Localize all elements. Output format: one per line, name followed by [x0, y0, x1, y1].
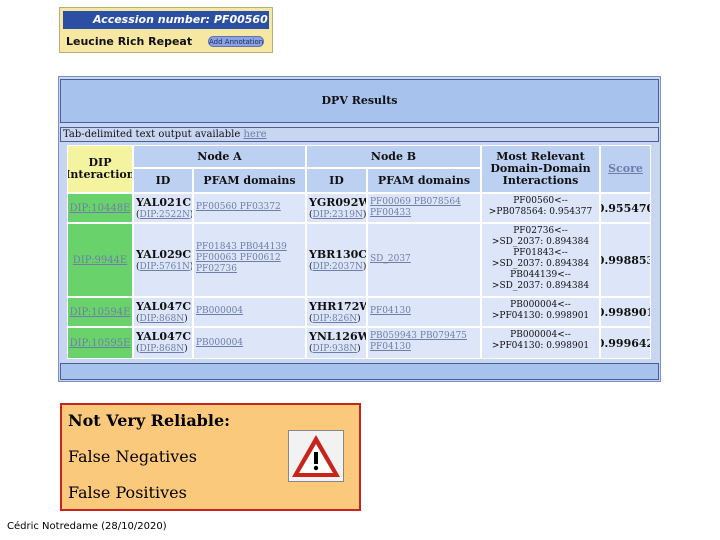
gene-name: YAL047C	[136, 300, 192, 313]
score-header[interactable]: Score	[600, 145, 651, 193]
relevant-line: PB000004<--	[510, 300, 571, 310]
node-b-pfam-header: PFAM domains	[367, 168, 481, 193]
note-text: Tab-delimited text output available	[63, 129, 244, 140]
dip-node-link[interactable]: DIP:938N	[313, 344, 358, 354]
table-row: DIP:9944E	[67, 223, 133, 297]
accession-number: Accession number: PF00560	[63, 11, 269, 29]
pfam-links[interactable]: PB000004	[196, 338, 243, 348]
relevant-line: PB044139<--	[510, 270, 571, 280]
author-credit: Cédric Notredame (28/10/2020)	[7, 521, 167, 532]
dip-link[interactable]: DIP:10595E	[70, 338, 131, 349]
gene-name: YNL126W	[309, 330, 367, 343]
table-row: DIP:10595E	[67, 327, 133, 359]
dip-node-link[interactable]: DIP:2037N	[313, 262, 363, 272]
pfam-links[interactable]: PF01843 PB044139 PF00063 PF00612 PF02736	[196, 242, 287, 274]
node-b-header: Node B	[306, 145, 481, 168]
relevant-line: PF00560<--	[513, 196, 568, 206]
score-value: 0.998853	[600, 223, 651, 297]
node-b-id-cell: YGR092W (DIP:2319N)	[306, 193, 367, 223]
relevant-interactions-header: Most Relevant Domain-Domain Interactions	[481, 145, 600, 193]
node-a-id-header: ID	[133, 168, 193, 193]
relevant-line: >PF04130: 0.998901	[491, 341, 590, 351]
pfam-links[interactable]: PF04130	[370, 306, 411, 316]
relevant-line: >PB078564: 0.954377	[488, 207, 593, 217]
here-link[interactable]: here	[243, 129, 266, 140]
relevant-line: >SD_2037: 0.894384	[491, 281, 590, 291]
score-sort-link[interactable]: Score	[608, 163, 643, 175]
score-value: 0.955470	[600, 193, 651, 223]
node-b-id-cell: YBR130C (DIP:2037N)	[306, 223, 367, 297]
gene-name: YHR172W	[309, 300, 367, 313]
node-a-header: Node A	[133, 145, 306, 168]
dip-node-link[interactable]: DIP:2522N	[140, 210, 190, 220]
relevant-cell: PF02736<-- >SD_2037: 0.894384 PF01843<--…	[481, 223, 600, 297]
family-name: Leucine Rich Repeat	[66, 35, 193, 48]
node-a-id-cell: YAL029C(DIP:5761N)	[133, 223, 193, 297]
node-a-id-cell: YAL021C(DIP:2522N)	[133, 193, 193, 223]
node-b-pfam-cell: PB059943 PB079475 PF04130	[367, 327, 481, 359]
node-a-pfam-cell: PF01843 PB044139 PF00063 PF00612 PF02736	[193, 223, 306, 297]
node-b-id-header: ID	[306, 168, 367, 193]
pfam-links[interactable]: PB059943 PB079475 PF04130	[370, 331, 467, 352]
relevant-line: >PF04130: 0.998901	[491, 311, 590, 321]
score-value: 0.998901	[600, 297, 651, 327]
warning-triangle-icon	[288, 430, 344, 482]
accession-panel: Accession number: PF00560 Leucine Rich R…	[59, 7, 273, 53]
pfam-links[interactable]: PF00069 PB078564 PF00433	[370, 197, 461, 218]
node-a-pfam-cell: PB000004	[193, 327, 306, 359]
node-a-pfam-cell: PF00560 PF03372	[193, 193, 306, 223]
dip-link[interactable]: DIP:10594E	[70, 307, 131, 318]
relevant-line: >SD_2037: 0.894384	[491, 259, 590, 269]
gene-name: YAL047C	[136, 330, 192, 343]
gene-name: YAL021C	[136, 196, 192, 209]
score-value: 0.999642	[600, 327, 651, 359]
relevant-line: PF01843<--	[513, 248, 568, 258]
relevant-cell: PB000004<-- >PF04130: 0.998901	[481, 297, 600, 327]
relevant-line: >SD_2037: 0.894384	[491, 237, 590, 247]
gene-name: YGR092W	[309, 196, 367, 209]
dip-node-link[interactable]: DIP:826N	[313, 314, 358, 324]
false-positives-label: False Positives	[68, 483, 187, 502]
gene-name: YAL029C	[136, 248, 192, 261]
dpv-title: DPV Results	[60, 79, 659, 123]
node-b-id-cell: YNL126W (DIP:938N)	[306, 327, 367, 359]
table-row: DIP:10448E	[67, 193, 133, 223]
relevant-line: PF02736<--	[513, 226, 568, 236]
tab-delimited-note: Tab-delimited text output available here	[60, 127, 659, 142]
relevant-cell: PF00560<-- >PB078564: 0.954377	[481, 193, 600, 223]
dpv-footer-bar	[60, 363, 659, 380]
gene-name: YBR130C	[309, 248, 367, 261]
node-b-id-cell: YHR172W (DIP:826N)	[306, 297, 367, 327]
table-row: DIP:10594E	[67, 297, 133, 327]
node-a-pfam-cell: PB000004	[193, 297, 306, 327]
node-a-id-cell: YAL047C (DIP:868N)	[133, 297, 193, 327]
pfam-links[interactable]: PF00560 PF03372	[196, 202, 281, 212]
add-annotation-button[interactable]: Add Annotation	[208, 36, 264, 47]
reliability-warning-box: Not Very Reliable: False Negatives False…	[60, 403, 361, 511]
node-b-pfam-cell: PF00069 PB078564 PF00433	[367, 193, 481, 223]
dpv-results-panel: DPV Results Tab-delimited text output av…	[58, 76, 661, 382]
dip-interaction-header: DIP Interaction	[67, 145, 133, 193]
warning-heading: Not Very Reliable:	[68, 411, 231, 430]
dip-link[interactable]: DIP:10448E	[70, 203, 131, 214]
pfam-links[interactable]: PB000004	[196, 306, 243, 316]
relevant-cell: PB000004<-- >PF04130: 0.998901	[481, 327, 600, 359]
dip-node-link[interactable]: DIP:868N	[140, 344, 185, 354]
node-a-pfam-header: PFAM domains	[193, 168, 306, 193]
node-b-pfam-cell: PF04130	[367, 297, 481, 327]
pfam-links[interactable]: SD_2037	[370, 254, 411, 264]
dip-node-link[interactable]: DIP:2319N	[313, 210, 363, 220]
relevant-line: PB000004<--	[510, 330, 571, 340]
dip-node-link[interactable]: DIP:5761N	[140, 262, 190, 272]
false-negatives-label: False Negatives	[68, 447, 197, 466]
dip-node-link[interactable]: DIP:868N	[140, 314, 185, 324]
node-a-id-cell: YAL047C (DIP:868N)	[133, 327, 193, 359]
node-b-pfam-cell: SD_2037	[367, 223, 481, 297]
dip-link[interactable]: DIP:9944E	[73, 255, 127, 266]
